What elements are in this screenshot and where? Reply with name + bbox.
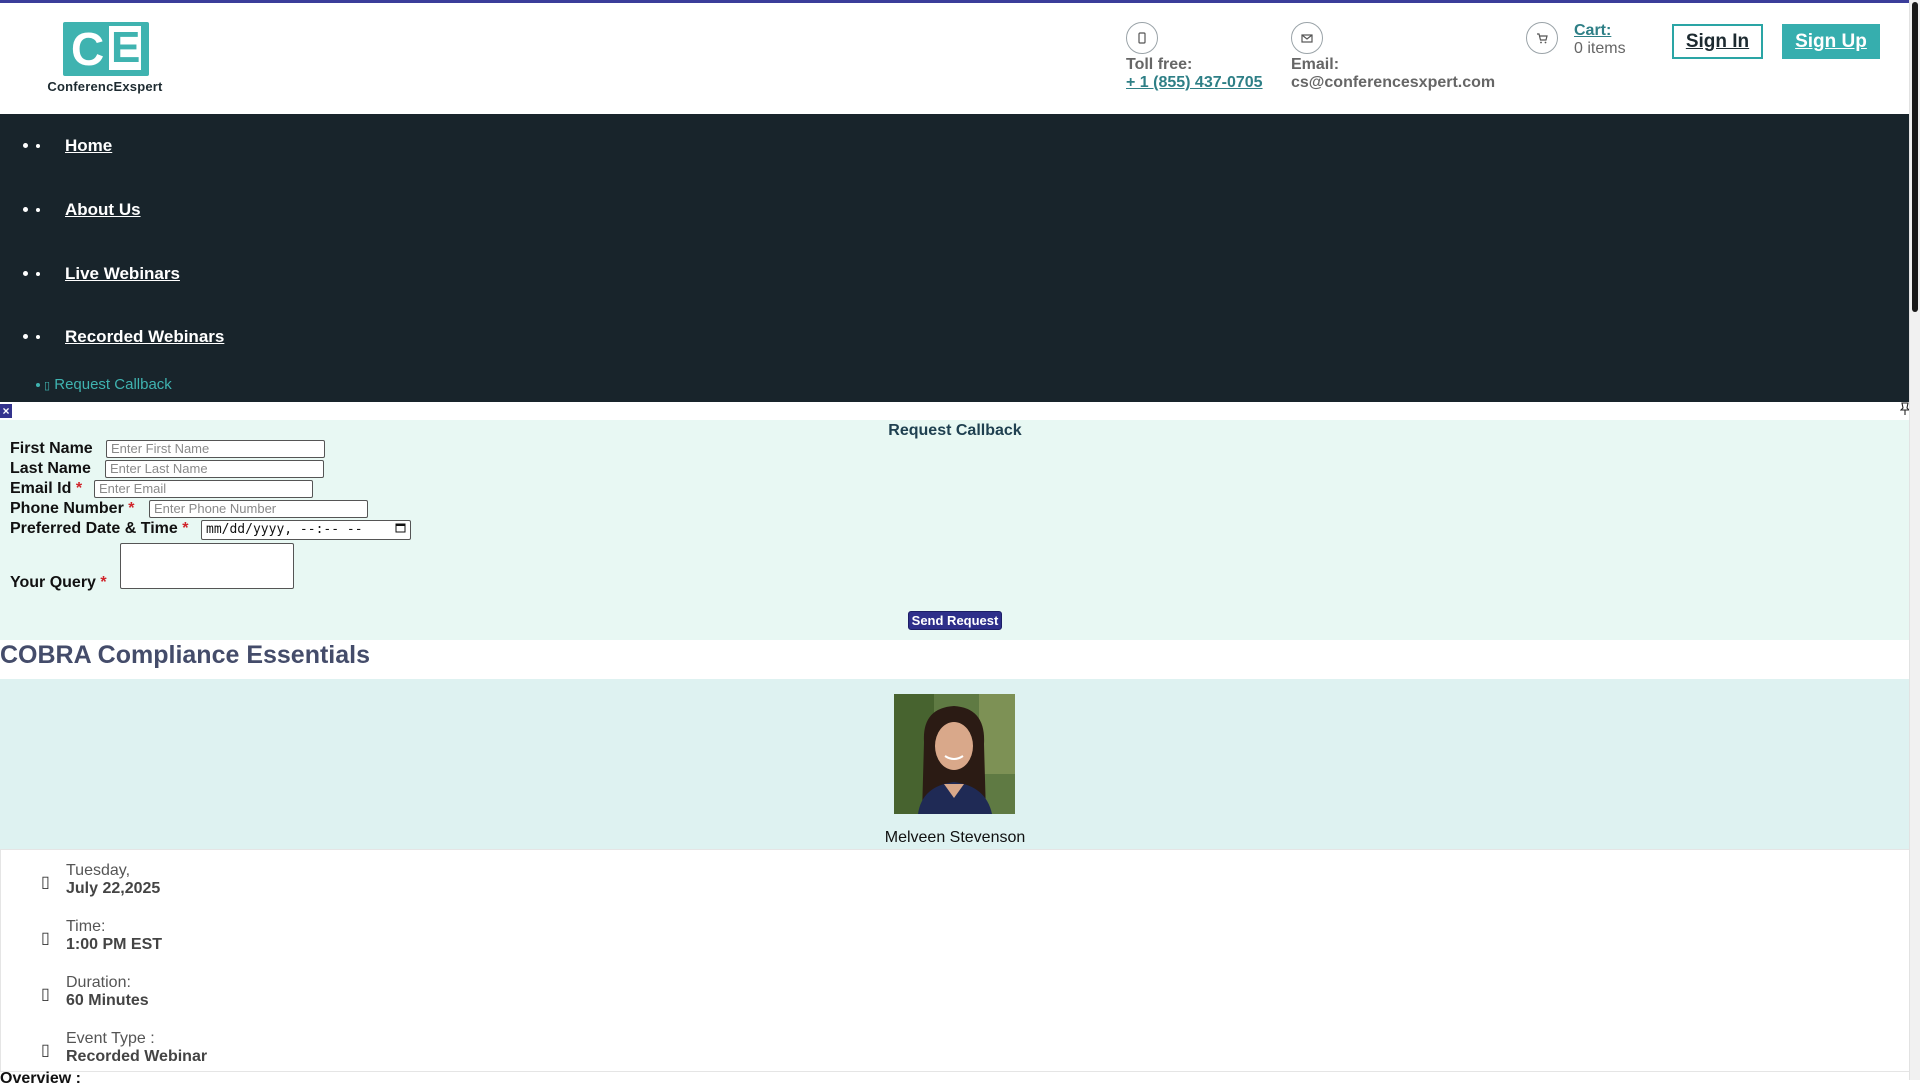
first-name-input[interactable]: Enter First Name [106, 440, 325, 458]
cart-link[interactable]: Cart: [1574, 22, 1611, 40]
send-request-button[interactable]: Send Request [908, 611, 1002, 630]
nav-link-about-us[interactable]: About Us [65, 200, 141, 220]
logo-text: ConferencExspert [47, 79, 163, 94]
detail-duration-label: Duration: [66, 974, 131, 991]
email-value[interactable]: cs@conferencesxpert.com [1291, 74, 1495, 92]
phone-number-input[interactable]: Enter Phone Number [149, 500, 368, 518]
speaker-photo [894, 694, 1015, 814]
cart-icon[interactable] [1526, 22, 1558, 54]
first-name-label: First Name [10, 440, 93, 457]
last-name-input[interactable]: Enter Last Name [105, 460, 324, 478]
request-callback-label: Request Callback [54, 376, 172, 393]
site-logo[interactable]: C E ConferencExspert [39, 22, 171, 94]
sign-up-button[interactable]: Sign Up [1782, 24, 1880, 59]
email-contact: Email: cs@conferencesxpert.com [1291, 22, 1495, 92]
your-query-label: Your Query * [10, 574, 107, 591]
overview-heading: Overview : [0, 1070, 81, 1087]
toll-free-contact: Toll free: + 1 (855) 437-0705 [1126, 22, 1263, 92]
phone-icon [1126, 22, 1158, 54]
close-icon[interactable]: × [0, 404, 12, 418]
email-label: Email: [1291, 56, 1340, 73]
sign-in-button[interactable]: Sign In [1672, 24, 1763, 59]
page-scrollbar[interactable] [1909, 0, 1920, 1080]
query-textarea[interactable] [120, 543, 294, 589]
detail-duration-value: 60 Minutes [66, 992, 149, 1009]
logo-mark: C E [63, 22, 149, 76]
cart-item-count: 0 items [1574, 40, 1626, 57]
calendar-picker-icon[interactable] [395, 522, 406, 538]
phone-number-label: Phone Number * [10, 500, 135, 517]
phone-callback-icon: ▯ [44, 380, 51, 392]
scrollbar-thumb[interactable] [1912, 2, 1918, 312]
speaker-name: Melveen Stevenson [884, 829, 1026, 846]
datetime-value: mm/dd/yyyy, --:-- -- [206, 522, 363, 537]
site-header: C E ConferencExspert Toll free: + 1 (855… [0, 4, 1910, 114]
detail-time-value: 1:00 PM EST [66, 936, 163, 953]
email-input[interactable]: Enter Email [94, 480, 313, 498]
calendar-icon: ▯ [41, 874, 50, 891]
course-title: COBRA Compliance Essentials [0, 641, 371, 669]
nav-link-home[interactable]: Home [65, 136, 112, 156]
video-icon: ▯ [41, 1042, 50, 1059]
toll-free-phone-link[interactable]: + 1 (855) 437-0705 [1126, 74, 1263, 91]
request-callback-link[interactable]: ▯ Request Callback [36, 376, 172, 393]
callback-panel-bar: × [0, 402, 1911, 420]
detail-time-label: Time: [66, 918, 106, 935]
speaker-section: Melveen Stevenson [0, 679, 1910, 849]
detail-date-label: Tuesday, [66, 862, 131, 879]
detail-event-type-value: Recorded Webinar [66, 1048, 208, 1065]
email-id-label: Email Id * [10, 480, 83, 497]
nav-link-recorded-webinars[interactable]: Recorded Webinars [65, 327, 224, 347]
envelope-icon [1291, 22, 1323, 54]
callback-form-title: Request Callback [888, 422, 1022, 439]
detail-event-type-label: Event Type : [66, 1030, 155, 1047]
main-navigation: Home About Us Live Webinars Recorded Web… [0, 114, 1910, 402]
callback-form-panel: × Request Callback First Name Enter Firs… [0, 402, 1911, 640]
preferred-datetime-input[interactable]: mm/dd/yyyy, --:-- -- [201, 520, 411, 540]
event-details: ▯ Tuesday, July 22,2025 ▯ Time: 1:00 PM … [0, 849, 1910, 1072]
preferred-datetime-label: Preferred Date & Time * [10, 520, 189, 537]
last-name-label: Last Name [10, 460, 91, 477]
nav-link-live-webinars[interactable]: Live Webinars [65, 264, 180, 284]
toll-free-label: Toll free: [1126, 56, 1193, 73]
clock-icon: ▯ [41, 930, 50, 947]
hourglass-icon: ▯ [41, 986, 50, 1003]
detail-date-value: July 22,2025 [66, 880, 161, 897]
